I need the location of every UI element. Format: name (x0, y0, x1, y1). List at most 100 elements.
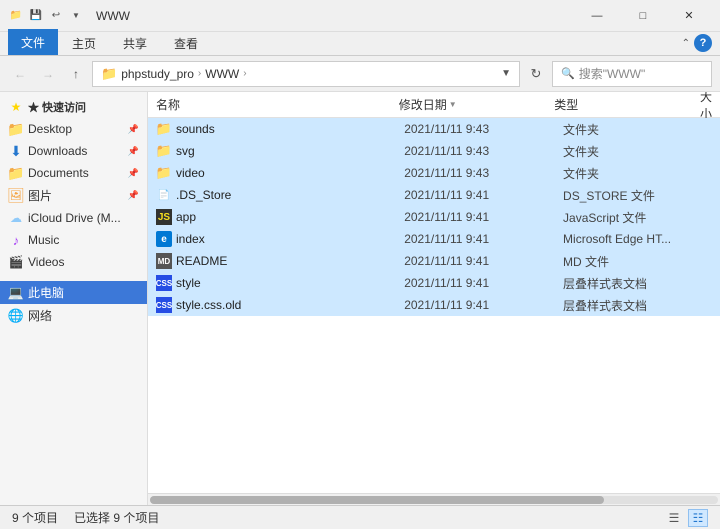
quick-access-icons: 📁 💾 ↩ ▼ (8, 8, 84, 24)
sidebar-downloads-label: Downloads (28, 144, 87, 158)
sidebar-item-music[interactable]: ♪ Music (0, 229, 147, 251)
star-icon: ★ (8, 99, 24, 115)
address-separator-2: › (243, 68, 246, 79)
pin-icon-4: 📌 (128, 190, 139, 201)
toolbar: ← → ↑ 📁 phpstudy_pro › WWW › ▼ ↻ 🔍 搜索"WW… (0, 56, 720, 92)
search-bar[interactable]: 🔍 搜索"WWW" (552, 61, 712, 87)
table-row[interactable]: 📄 .DS_Store 2021/11/11 9:41 DS_STORE 文件 (148, 184, 720, 206)
sidebar-item-desktop[interactable]: 📁 Desktop 📌 (0, 118, 147, 140)
address-separator-1: › (198, 68, 201, 79)
file-name: .DS_Store (176, 188, 231, 202)
sidebar-item-documents[interactable]: 📁 Documents 📌 (0, 162, 147, 184)
table-row[interactable]: CSS style 2021/11/11 9:41 层叠样式表文档 (148, 272, 720, 294)
details-view-button[interactable]: ☷ (688, 509, 708, 527)
address-folder-icon: 📁 (101, 66, 117, 82)
scrollbar-thumb[interactable] (150, 496, 604, 504)
file-name: app (176, 210, 196, 224)
up-button[interactable]: ↑ (64, 62, 88, 86)
sidebar-item-downloads[interactable]: ⬇ Downloads 📌 (0, 140, 147, 162)
search-icon: 🔍 (561, 67, 575, 80)
undo-icon[interactable]: ↩ (48, 8, 64, 24)
file-date: 2021/11/11 9:43 (400, 166, 559, 180)
folder-icon-2: 📁 (8, 165, 24, 181)
selected-count: 已选择 9 个项目 (74, 509, 159, 526)
title-bar: 📁 💾 ↩ ▼ WWW — □ ✕ (0, 0, 720, 32)
item-count: 9 个项目 (12, 509, 58, 526)
refresh-button[interactable]: ↻ (524, 62, 548, 86)
help-button[interactable]: ? (694, 34, 712, 52)
table-row[interactable]: 📁 video 2021/11/11 9:43 文件夹 (148, 162, 720, 184)
file-type: Microsoft Edge HT... (559, 232, 708, 246)
tab-view[interactable]: 查看 (161, 31, 211, 55)
col-header-size[interactable]: 大小 (696, 92, 716, 117)
close-button[interactable]: ✕ (666, 0, 712, 32)
forward-button[interactable]: → (36, 62, 60, 86)
file-type: DS_STORE 文件 (559, 187, 708, 204)
video-icon: 🎬 (8, 254, 24, 270)
table-row[interactable]: e index 2021/11/11 9:41 Microsoft Edge H… (148, 228, 720, 250)
sidebar-item-thispc[interactable]: 💻 此电脑 (0, 281, 147, 304)
tab-file[interactable]: 文件 (8, 29, 58, 55)
ribbon-collapse-icon[interactable]: ⌃ (682, 38, 690, 49)
sidebar-item-icloud[interactable]: ☁ iCloud Drive (M... (0, 207, 147, 229)
folder-file-icon: 📁 (156, 121, 172, 137)
sidebar-thispc-label: 此电脑 (28, 284, 64, 301)
col-header-name[interactable]: 名称 (152, 92, 395, 117)
folder-file-icon: 📁 (156, 143, 172, 159)
back-button[interactable]: ← (8, 62, 32, 86)
download-icon: ⬇ (8, 143, 24, 159)
sidebar-desktop-label: Desktop (28, 122, 72, 136)
table-row[interactable]: CSS style.css.old 2021/11/11 9:41 层叠样式表文… (148, 294, 720, 316)
horizontal-scrollbar[interactable] (148, 493, 720, 505)
table-row[interactable]: 📁 svg 2021/11/11 9:43 文件夹 (148, 140, 720, 162)
file-rows: 📁 sounds 2021/11/11 9:43 文件夹 📁 svg 2021/… (148, 118, 720, 493)
file-type: MD 文件 (559, 253, 708, 270)
sidebar-videos-label: Videos (28, 255, 64, 269)
file-list: 名称 修改日期 ▼ 类型 大小 📁 sounds 2021/11/11 9:43… (148, 92, 720, 505)
file-date: 2021/11/11 9:41 (400, 276, 559, 290)
scrollbar-track (150, 496, 718, 504)
maximize-button[interactable]: □ (620, 0, 666, 32)
list-view-button[interactable]: ☰ (664, 509, 684, 527)
sidebar-item-pictures[interactable]: 🖼 图片 📌 (0, 184, 147, 207)
folder-icon: 📁 (8, 8, 24, 24)
file-name: sounds (176, 122, 215, 136)
table-row[interactable]: MD README 2021/11/11 9:41 MD 文件 (148, 250, 720, 272)
save-icon[interactable]: 💾 (28, 8, 44, 24)
sidebar-item-videos[interactable]: 🎬 Videos (0, 251, 147, 273)
picture-icon: 🖼 (8, 188, 24, 204)
tab-share[interactable]: 共享 (110, 31, 160, 55)
sidebar-item-network[interactable]: 🌐 网络 (0, 304, 147, 327)
pin-icon: 📌 (128, 124, 139, 135)
window-controls: — □ ✕ (574, 0, 712, 32)
dropdown-arrow-icon[interactable]: ▼ (68, 8, 84, 24)
css-file-icon: CSS (156, 275, 172, 291)
md-file-icon: MD (156, 253, 172, 269)
address-bar[interactable]: 📁 phpstudy_pro › WWW › ▼ (92, 61, 520, 87)
file-date: 2021/11/11 9:41 (400, 210, 559, 224)
file-date: 2021/11/11 9:43 (400, 122, 559, 136)
sidebar-music-label: Music (28, 233, 59, 247)
file-name: README (176, 254, 227, 268)
cloud-icon: ☁ (8, 210, 24, 226)
sort-arrow-icon: ▼ (449, 100, 457, 109)
sidebar: ★ ★ 快速访问 📁 Desktop 📌 ⬇ Downloads 📌 📁 Doc… (0, 92, 148, 505)
col-header-date[interactable]: 修改日期 ▼ (395, 92, 550, 117)
address-part-1: phpstudy_pro (121, 67, 194, 81)
edge-file-icon: e (156, 231, 172, 247)
address-part-2: WWW (205, 67, 239, 81)
file-type: JavaScript 文件 (559, 209, 708, 226)
tab-home[interactable]: 主页 (59, 31, 109, 55)
file-type: 文件夹 (559, 121, 708, 138)
table-row[interactable]: JS app 2021/11/11 9:41 JavaScript 文件 (148, 206, 720, 228)
file-type: 文件夹 (559, 143, 708, 160)
minimize-button[interactable]: — (574, 0, 620, 32)
table-row[interactable]: 📁 sounds 2021/11/11 9:43 文件夹 (148, 118, 720, 140)
pc-icon: 💻 (8, 285, 24, 301)
status-bar: 9 个项目 已选择 9 个项目 ☰ ☷ (0, 505, 720, 529)
address-dropdown-icon[interactable]: ▼ (501, 68, 511, 79)
file-date: 2021/11/11 9:43 (400, 144, 559, 158)
quick-access-label: ★ 快速访问 (28, 99, 86, 115)
file-type: 文件夹 (559, 165, 708, 182)
col-header-type[interactable]: 类型 (550, 92, 696, 117)
